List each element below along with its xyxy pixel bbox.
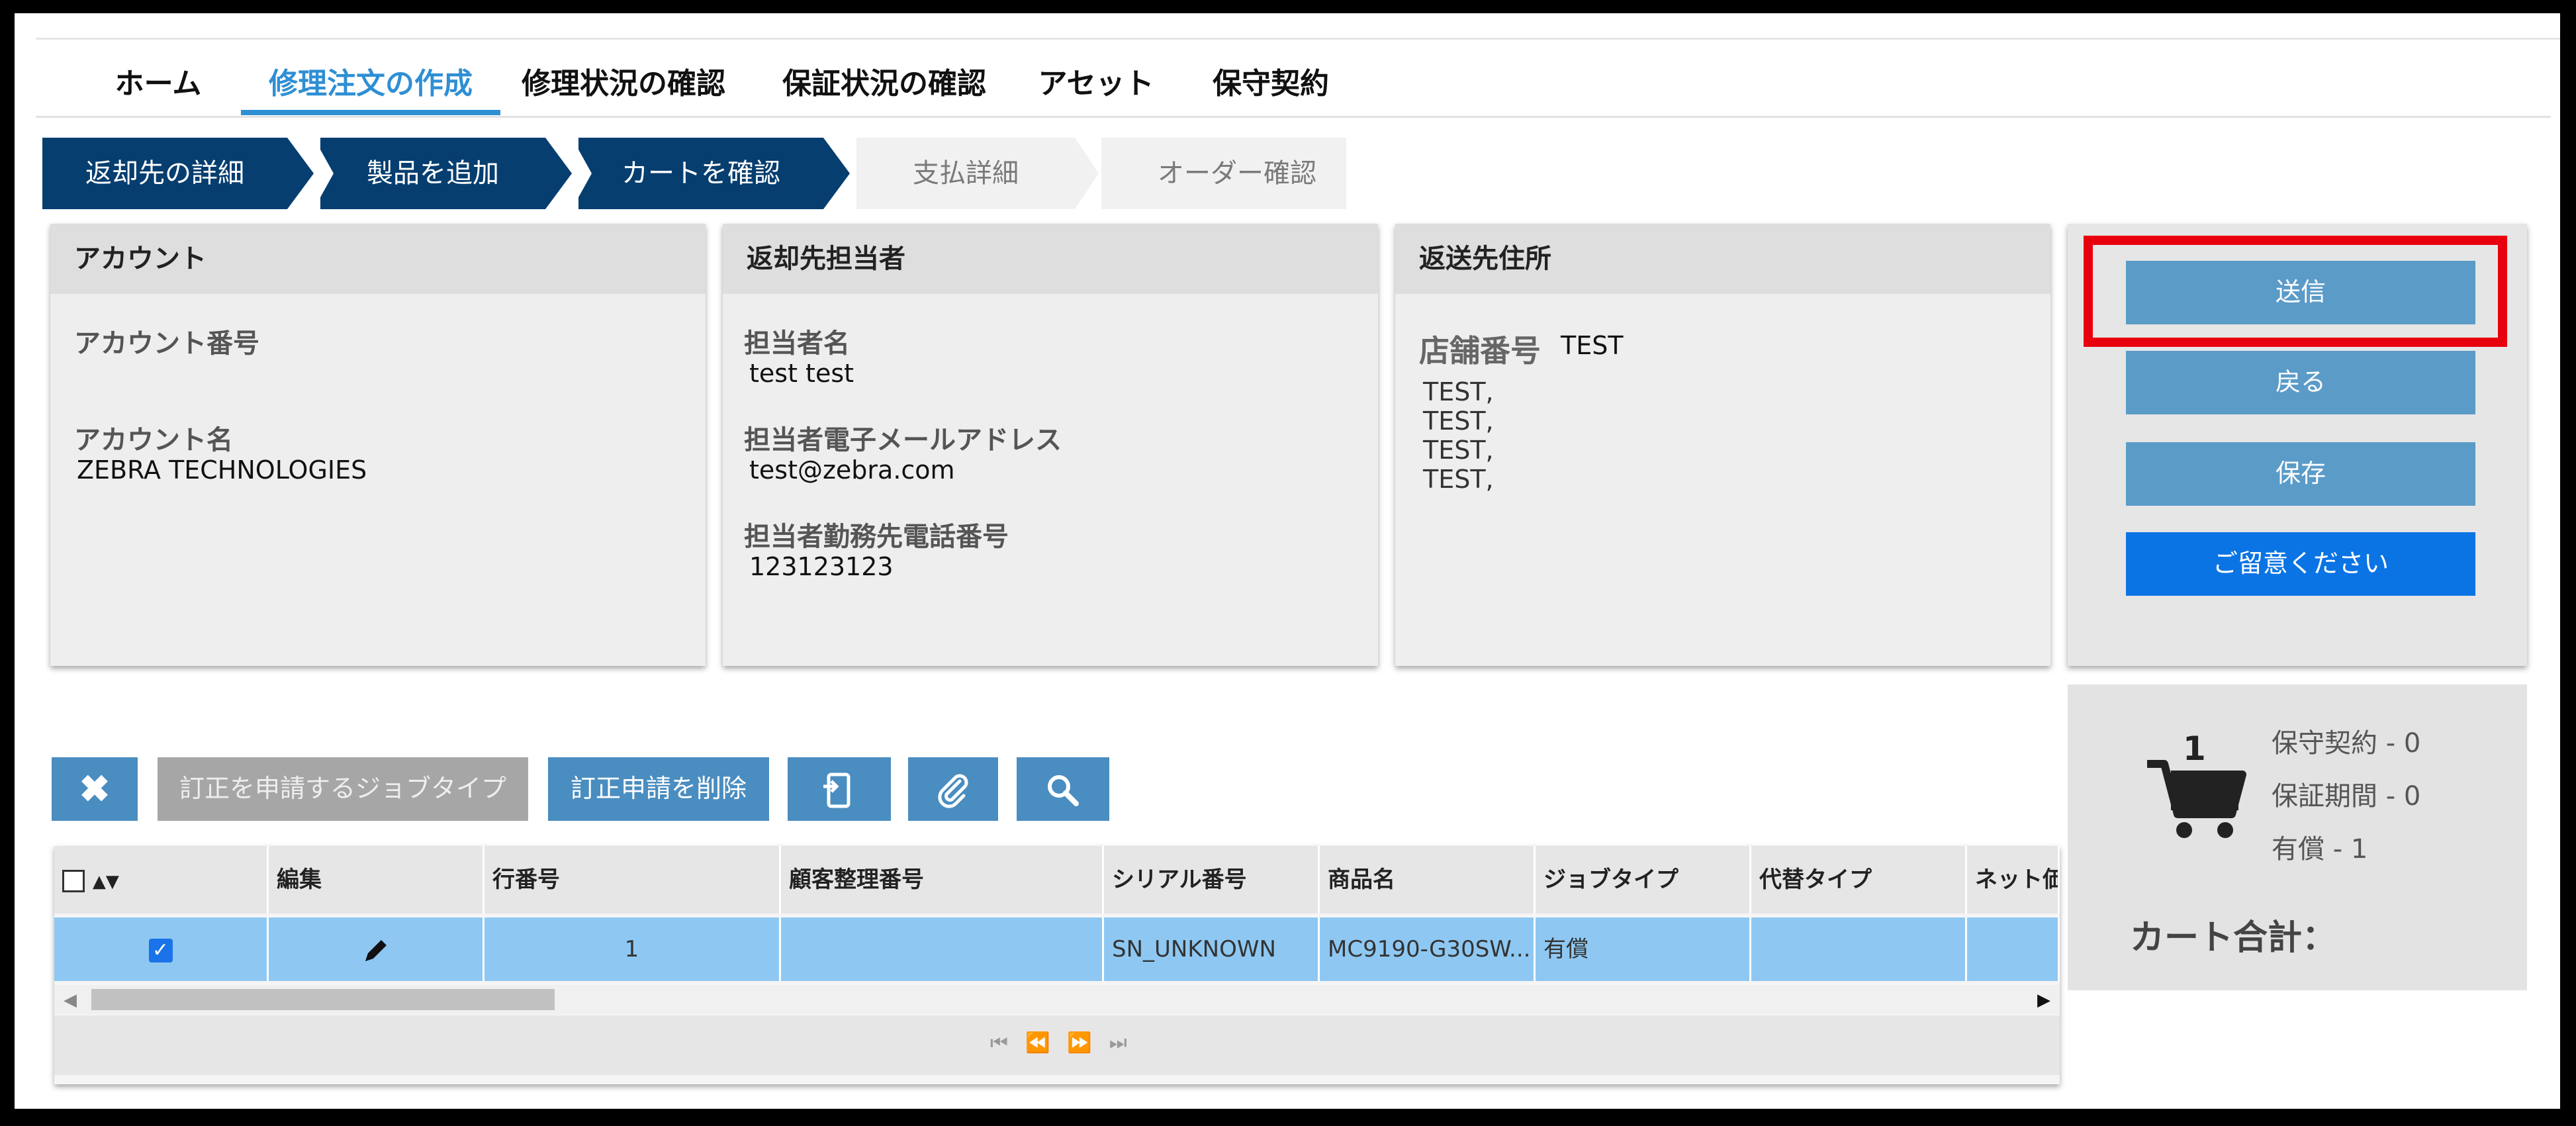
horizontal-scrollbar[interactable]: ◀ ▶: [54, 985, 2060, 1014]
cart-count-badge: 1: [2183, 729, 2206, 768]
step-arrow: [545, 138, 572, 209]
row-checkbox[interactable]: ✓: [148, 938, 173, 962]
save-button[interactable]: 保存: [2126, 442, 2475, 506]
cart-grid: ▲▼ 編集 行番号 顧客整理番号 シリアル番号 商品名 ジョブタイプ 代替タイプ…: [54, 846, 2060, 1084]
request-jobtype-button[interactable]: 訂正を申請するジョブタイプ: [158, 757, 528, 821]
step-add-product[interactable]: 製品を追加: [320, 138, 545, 209]
store-number-value: TEST: [1561, 331, 1624, 360]
scroll-left-icon[interactable]: ◀: [64, 990, 77, 1010]
account-number-label: アカウント番号: [74, 328, 259, 359]
replacement-type-cell: [1751, 917, 1967, 981]
grid-pager: ⏮⏪⏩⏭: [54, 1015, 2060, 1075]
grid-header-replacement-type[interactable]: 代替タイプ: [1751, 846, 1967, 914]
grid-header-customer-ref[interactable]: 顧客整理番号: [781, 846, 1104, 914]
close-icon[interactable]: ✖: [52, 757, 138, 821]
job-type-cell: 有償: [1536, 917, 1751, 981]
step-payment-details: 支払詳細: [856, 138, 1075, 209]
grid-header-edit[interactable]: 編集: [269, 846, 484, 914]
action-panel: 送信 戻る 保存 ご留意ください: [2068, 224, 2527, 666]
sort-icon[interactable]: ▲▼: [93, 872, 119, 892]
grid-header-select[interactable]: ▲▼: [54, 846, 269, 914]
step-divider: [314, 138, 334, 209]
next-page-icon[interactable]: ⏩: [1067, 1031, 1109, 1055]
account-name-label: アカウント名: [74, 425, 233, 455]
main-nav: ホーム 修理注文の作成 修理状況の確認 保証状況の確認 アセット 保守契約: [36, 40, 2551, 118]
grid-header-serial[interactable]: シリアル番号: [1104, 846, 1320, 914]
grid-header-line-number[interactable]: 行番号: [484, 846, 781, 914]
tab-warranty-status[interactable]: 保証状況の確認: [772, 60, 997, 115]
return-address-header: 返送先住所: [1395, 224, 2050, 294]
step-arrow: [823, 138, 850, 209]
contact-email-label: 担当者電子メールアドレス: [744, 425, 1062, 455]
edit-cell[interactable]: [269, 917, 484, 981]
account-panel: アカウント アカウント番号 アカウント名 ZEBRA TECHNOLOGIES: [50, 224, 706, 666]
tab-create-repair-order[interactable]: 修理注文の作成: [241, 60, 500, 115]
last-page-icon[interactable]: ⏭: [1109, 1031, 1144, 1055]
tab-maintenance-contracts[interactable]: 保守契約: [1198, 60, 1344, 115]
notice-button[interactable]: ご留意ください: [2126, 532, 2475, 596]
cart-total-label: カート合計：: [2130, 918, 2337, 958]
row-checkbox-cell[interactable]: ✓: [54, 917, 269, 981]
app-window: ホーム 修理注文の作成 修理状況の確認 保証状況の確認 アセット 保守契約 返却…: [15, 13, 2560, 1109]
address-line: TEST,: [1423, 377, 1494, 406]
first-page-icon[interactable]: ⏮: [990, 1031, 1025, 1055]
address-lines: TEST, TEST, TEST, TEST,: [1423, 377, 1494, 494]
account-name-value: ZEBRA TECHNOLOGIES: [77, 455, 367, 485]
grid-header-product[interactable]: 商品名: [1320, 846, 1536, 914]
scrollbar-thumb[interactable]: [91, 989, 555, 1010]
tab-repair-status[interactable]: 修理状況の確認: [511, 60, 736, 115]
submit-button[interactable]: 送信: [2126, 261, 2475, 324]
return-contact-header: 返却先担当者: [723, 224, 1378, 294]
address-line: TEST,: [1423, 465, 1494, 494]
serial-cell: SN_UNKNOWN: [1104, 917, 1320, 981]
scroll-right-icon[interactable]: ▶: [2037, 990, 2050, 1010]
account-panel-header: アカウント: [50, 224, 706, 294]
grid-header-job-type[interactable]: ジョブタイプ: [1536, 846, 1751, 914]
step-arrow: [1075, 138, 1099, 209]
cart-summary: 1 保守契約 - 0 保証期間 - 0 有償 - 1 カート合計：: [2068, 684, 2527, 990]
tab-assets[interactable]: アセット: [1030, 60, 1162, 115]
paperclip-icon[interactable]: [908, 757, 998, 821]
pencil-icon[interactable]: [360, 935, 392, 966]
net-price-cell: [1967, 917, 2060, 981]
step-return-details[interactable]: 返却先の詳細: [42, 138, 287, 209]
top-bar: [36, 13, 2560, 40]
address-line: TEST,: [1423, 436, 1494, 465]
grid-header-net-price[interactable]: ネット価: [1967, 846, 2060, 914]
cart-warranty-count: 保証期間 - 0: [2272, 781, 2421, 812]
contact-phone-label: 担当者勤務先電話番号: [744, 522, 1009, 552]
line-number-cell: 1: [484, 917, 781, 981]
address-line: TEST,: [1423, 406, 1494, 436]
customer-ref-cell: [781, 917, 1104, 981]
cart-paid-count: 有償 - 1: [2272, 834, 2368, 865]
contact-phone-value: 123123123: [749, 552, 894, 581]
device-icon[interactable]: [788, 757, 891, 821]
search-icon[interactable]: [1017, 757, 1109, 821]
return-contact-panel: 返却先担当者 担当者名 test test 担当者電子メールアドレス test@…: [723, 224, 1378, 666]
prev-page-icon[interactable]: ⏪: [1025, 1031, 1067, 1055]
select-all-checkbox[interactable]: [62, 869, 85, 892]
contact-email-value: test@zebra.com: [749, 455, 955, 485]
back-button[interactable]: 戻る: [2126, 351, 2475, 414]
contact-name-value: test test: [749, 359, 854, 388]
step-divider: [572, 138, 592, 209]
store-number-label: 店舗番号: [1419, 333, 1541, 369]
step-review-cart[interactable]: カートを確認: [578, 138, 823, 209]
return-address-panel: 返送先住所 店舗番号 TEST TEST, TEST, TEST, TEST,: [1395, 224, 2050, 666]
step-arrow: [287, 138, 314, 209]
cart-maintenance-count: 保守契約 - 0: [2272, 728, 2421, 759]
tab-home[interactable]: ホーム: [102, 60, 214, 115]
delete-request-button[interactable]: 訂正申請を削除: [548, 757, 769, 821]
product-cell: MC9190-G30SW...: [1320, 917, 1536, 981]
step-order-confirmation: オーダー確認: [1101, 138, 1346, 209]
contact-name-label: 担当者名: [744, 328, 850, 359]
